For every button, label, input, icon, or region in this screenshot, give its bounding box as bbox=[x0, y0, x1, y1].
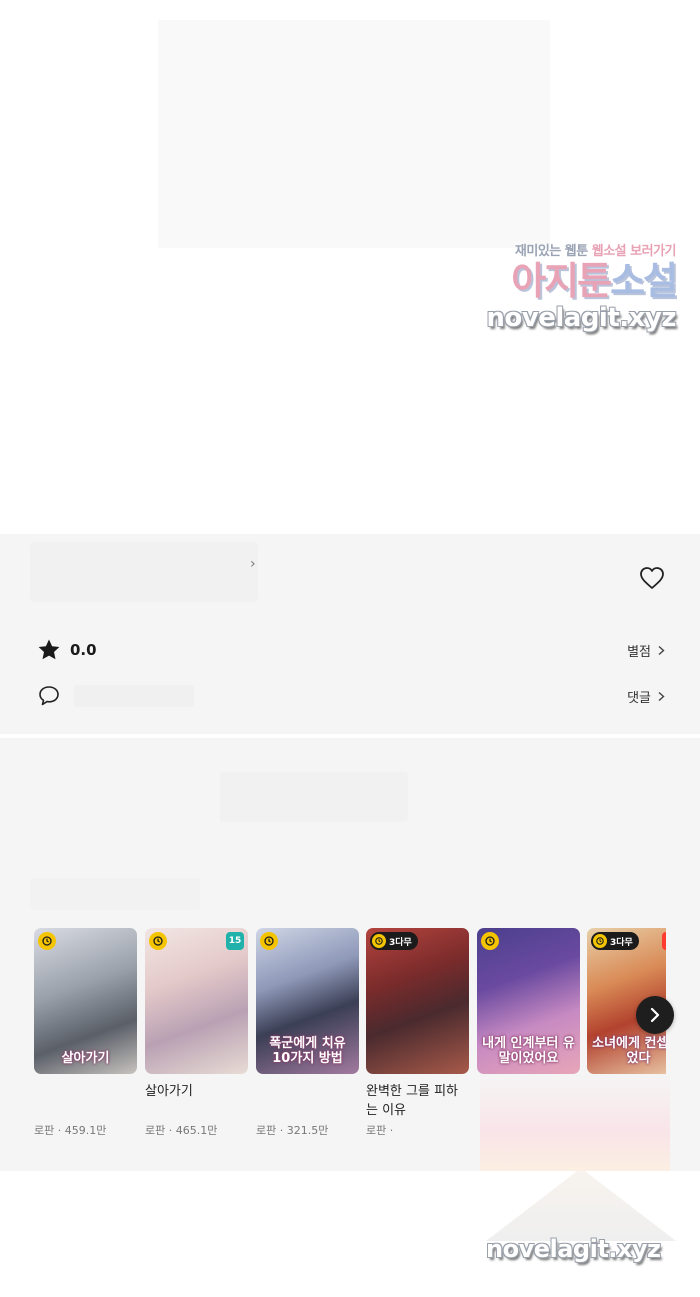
rating-value: 0.0 bbox=[70, 641, 97, 659]
rating-link[interactable]: 별점 bbox=[627, 641, 666, 660]
rating-link-label: 별점 bbox=[627, 644, 651, 660]
card-views: 459.1만 bbox=[64, 1124, 107, 1137]
recommendation-subtitle-placeholder bbox=[30, 878, 200, 910]
card-genre: 로판 bbox=[145, 1124, 166, 1137]
recommendation-section: 살아가기 로판 · 459.1만 15 살아가기 로판 · 465.1만 폭군에… bbox=[0, 738, 700, 1173]
card-genre: 로판 bbox=[366, 1124, 387, 1137]
card-cover-text: 내게 인계부터 유말이었어요 bbox=[482, 1036, 575, 1066]
card-cover-text: 폭군에게 치유 10가지 방법 bbox=[269, 1036, 346, 1066]
wait-free-badge: 3다무 bbox=[591, 932, 639, 950]
wait-free-label: 3다무 bbox=[610, 937, 633, 948]
clock-icon bbox=[481, 932, 499, 950]
card-views: 465.1만 bbox=[175, 1124, 218, 1137]
chevron-right-icon bbox=[658, 691, 665, 701]
card-thumbnail[interactable]: 내게 인계부터 유말이었어요 bbox=[477, 928, 580, 1074]
clock-icon bbox=[593, 934, 607, 948]
comment-count-placeholder bbox=[74, 685, 194, 707]
comments-row: 댓글 bbox=[36, 682, 666, 710]
age-rating-badge: 15 bbox=[226, 932, 244, 950]
card-title: 완벽한 그를 피하는 이유 bbox=[366, 1084, 458, 1118]
card-thumbnail[interactable]: 폭군에게 치유 10가지 방법 bbox=[256, 928, 359, 1074]
recommendation-carousel: 살아가기 로판 · 459.1만 15 살아가기 로판 · 465.1만 폭군에… bbox=[34, 928, 666, 1158]
recommendation-card[interactable]: 살아가기 로판 · 459.1만 bbox=[34, 928, 137, 1138]
card-thumbnail[interactable]: 15 bbox=[145, 928, 248, 1074]
comment-bubble-icon bbox=[36, 683, 62, 709]
card-title bbox=[256, 1082, 359, 1120]
top-content-area: 재미있는 웹툰 웹소설 보러가기 아지툰소설 novelagit.xyz bbox=[0, 0, 700, 534]
wait-free-badge: 3다무 bbox=[370, 932, 418, 950]
cover-placeholder bbox=[158, 20, 550, 248]
favorite-button[interactable] bbox=[636, 562, 668, 594]
update-badge: UP bbox=[662, 932, 666, 950]
card-thumbnail[interactable]: 살아가기 bbox=[34, 928, 137, 1074]
chevron-right-icon bbox=[658, 645, 665, 655]
clock-icon bbox=[372, 934, 386, 948]
card-cover-text: 살아가기 bbox=[61, 1051, 110, 1066]
heart-outline-icon bbox=[640, 567, 664, 589]
card-title bbox=[477, 1082, 580, 1120]
comments-link-label: 댓글 bbox=[627, 690, 651, 706]
recommendation-card[interactable]: 폭군에게 치유 10가지 방법 로판 · 321.5만 bbox=[256, 928, 359, 1138]
clock-icon bbox=[149, 932, 167, 950]
watermark-top: 재미있는 웹툰 웹소설 보러가기 아지툰소설 novelagit.xyz bbox=[476, 240, 678, 333]
rating-row: 0.0 별점 bbox=[36, 636, 666, 664]
watermark-line2-b: 소설 bbox=[610, 259, 678, 303]
card-views: 321.5만 bbox=[286, 1124, 329, 1137]
card-meta: 로판 · 459.1만 bbox=[34, 1124, 107, 1137]
card-meta: 로판 · 321.5만 bbox=[256, 1124, 329, 1137]
card-title bbox=[34, 1082, 137, 1120]
recommendation-title-placeholder bbox=[220, 772, 408, 822]
decorative-shape bbox=[486, 1171, 676, 1241]
card-title: 살아가기 bbox=[145, 1084, 193, 1099]
chevron-right-icon bbox=[650, 1007, 660, 1023]
card-thumbnail[interactable]: 3다무 bbox=[366, 928, 469, 1074]
watermark-line1-b: 웹소설 보러가기 bbox=[591, 244, 677, 259]
card-cover-text: 소녀에게 컨셉 이었다 bbox=[592, 1036, 666, 1066]
comments-link[interactable]: 댓글 bbox=[627, 687, 666, 706]
card-meta: 로판 · bbox=[366, 1124, 394, 1137]
watermark-line1-a: 재미있는 웹툰 bbox=[514, 244, 588, 259]
clock-icon bbox=[38, 932, 56, 950]
title-placeholder[interactable] bbox=[30, 542, 258, 602]
info-section: › 0.0 별점 댓글 bbox=[0, 534, 700, 734]
watermark-bottom: novelagit.xyz bbox=[486, 1235, 661, 1263]
clock-icon bbox=[260, 932, 278, 950]
title-chevron-icon: › bbox=[250, 556, 256, 572]
star-icon bbox=[36, 637, 62, 663]
card-genre: 로판 bbox=[34, 1124, 55, 1137]
wait-free-label: 3다무 bbox=[389, 937, 412, 948]
card-meta: 로판 · 465.1만 bbox=[145, 1124, 218, 1137]
recommendation-card[interactable]: 15 살아가기 로판 · 465.1만 bbox=[145, 928, 248, 1138]
card-genre: 로판 bbox=[256, 1124, 277, 1137]
watermark-url: novelagit.xyz bbox=[486, 303, 676, 333]
carousel-next-button[interactable] bbox=[636, 996, 674, 1034]
recommendation-card[interactable]: 3다무 완벽한 그를 피하는 이유 로판 · bbox=[366, 928, 469, 1138]
watermark-line2-a: 아지툰 bbox=[511, 259, 612, 303]
bottom-area: novelagit.xyz bbox=[0, 1171, 700, 1297]
recommendation-card[interactable]: 내게 인계부터 유말이었어요 bbox=[477, 928, 580, 1122]
